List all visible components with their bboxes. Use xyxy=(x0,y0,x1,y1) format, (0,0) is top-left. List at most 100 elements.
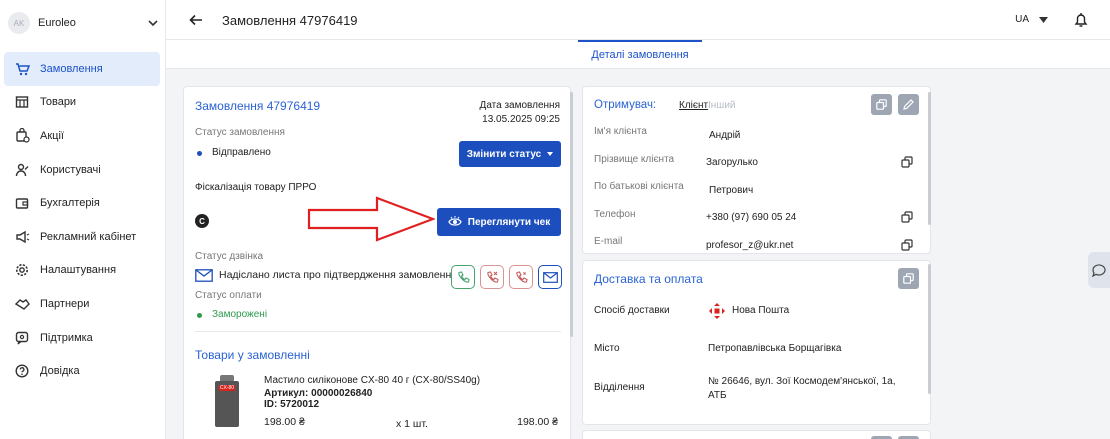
missed-call-button[interactable] xyxy=(480,265,504,289)
bell-icon[interactable] xyxy=(1074,12,1088,28)
copy-icon[interactable] xyxy=(901,156,913,168)
copy-icon xyxy=(903,273,914,284)
recipient-scrollbar[interactable] xyxy=(928,92,931,225)
sidebar-item-label: Партнери xyxy=(40,297,90,310)
promo-icon xyxy=(14,128,30,144)
phone-missed-icon xyxy=(486,270,499,283)
divider xyxy=(195,331,561,332)
recipient-email-value: profesor_z@ukr.net xyxy=(706,240,794,251)
city-label: Місто xyxy=(594,343,620,354)
sidebar-item-orders[interactable]: Замовлення xyxy=(4,52,160,86)
copy-delivery-button[interactable] xyxy=(898,268,919,289)
recipient-tab-client[interactable]: Клієнт xyxy=(679,100,708,111)
page-title: Замовлення 47976419 xyxy=(222,13,358,28)
language-selector[interactable]: UA xyxy=(1015,14,1048,25)
recipient-label: Отримувач: xyxy=(594,99,657,111)
no-answer-button[interactable] xyxy=(509,265,533,289)
envelope-icon xyxy=(542,271,558,283)
language-value: UA xyxy=(1015,14,1029,25)
store-icon xyxy=(14,94,30,110)
fiscal-badge-text: C xyxy=(199,216,205,226)
tab-order-details[interactable]: Деталі замовлення xyxy=(578,40,702,69)
recipient-card: Отримувач: Клієнт Інший Ім'я клієнта Анд… xyxy=(582,86,931,254)
order-status-label: Статус замовлення xyxy=(195,127,285,138)
wallet-icon xyxy=(14,195,30,211)
back-arrow-icon[interactable] xyxy=(188,12,204,28)
order-date-value: 13.05.2025 09:25 xyxy=(482,114,560,125)
change-status-button[interactable]: Змінити статус xyxy=(459,141,561,167)
recipient-phone-value: +380 (97) 690 05 24 xyxy=(706,212,797,223)
chat-widget-tab[interactable] xyxy=(1088,252,1110,288)
sidebar-item-advertising[interactable]: Рекламний кабінет xyxy=(4,220,160,254)
delivery-scrollbar[interactable] xyxy=(928,264,931,394)
fiscal-badge: C xyxy=(195,214,209,228)
sidebar-item-support[interactable]: Підтримка xyxy=(4,321,160,355)
order-date-label: Дата замовлення xyxy=(479,100,560,111)
sidebar-item-users[interactable]: Користувачі xyxy=(4,153,160,187)
recipient-phone-label: Телефон xyxy=(594,209,636,220)
branch-label: Відділення xyxy=(594,382,645,393)
order-card: Замовлення 47976419 Дата замовлення 13.0… xyxy=(183,86,571,439)
call-status-value: Надіслано листа про підтвердження замовл… xyxy=(219,269,457,281)
recipient-first-name-value: Андрій xyxy=(709,130,741,141)
status-dot xyxy=(197,151,202,156)
sidebar-item-products[interactable]: Товари xyxy=(4,86,160,120)
pencil-icon xyxy=(903,99,914,110)
order-scrollbar[interactable] xyxy=(570,92,573,337)
view-receipt-label: Переглянути чек xyxy=(467,216,551,228)
call-button[interactable] xyxy=(451,265,475,289)
recipient-email-label: E-mail xyxy=(594,236,623,247)
cart-icon xyxy=(14,61,30,77)
tab-bar: Деталі замовлення xyxy=(166,40,1110,69)
recipient-patronymic-value: Петрович xyxy=(709,185,754,196)
copy-recipient-button[interactable] xyxy=(871,94,892,115)
phone-icon xyxy=(457,270,470,283)
avatar: AK xyxy=(8,12,30,34)
edit-recipient-button[interactable] xyxy=(898,94,919,115)
envelope-icon xyxy=(195,269,213,282)
city-value: Петропавлівська Борщагівка xyxy=(708,343,842,354)
order-title: Замовлення 47976419 xyxy=(195,99,321,113)
email-button[interactable] xyxy=(538,265,562,289)
payment-status-dot xyxy=(197,313,202,318)
sidebar-item-label: Користувачі xyxy=(40,163,101,176)
product-image: CX-80 xyxy=(215,375,239,433)
product-image-text: CX-80 xyxy=(218,385,236,391)
eye-icon xyxy=(448,216,462,226)
store-selector[interactable]: AK Euroleo xyxy=(8,10,160,36)
gear-icon xyxy=(14,262,30,278)
product-price: 198.00 ₴ xyxy=(264,416,305,428)
product-qty: x 1 шт. xyxy=(396,418,428,430)
users-icon xyxy=(14,162,30,178)
delivery-card: Доставка та оплата Спосіб доставки Нова … xyxy=(582,260,931,425)
help-icon xyxy=(14,363,30,379)
sidebar-item-label: Рекламний кабінет xyxy=(40,230,137,243)
copy-icon[interactable] xyxy=(901,239,913,251)
change-status-label: Змінити статус xyxy=(466,148,542,160)
order-items-title: Товари у замовленні xyxy=(195,348,310,362)
call-status-label: Статус дзвінка xyxy=(195,251,264,262)
sidebar: AK Euroleo Замовлення Товари Акції Корис… xyxy=(0,0,166,439)
support-icon xyxy=(14,330,30,346)
sidebar-item-help[interactable]: Довідка xyxy=(4,354,160,388)
recipient-first-name-label: Ім'я клієнта xyxy=(594,126,647,137)
caret-down-icon xyxy=(1039,16,1048,23)
view-receipt-button[interactable]: Переглянути чек xyxy=(437,208,561,236)
sidebar-item-label: Замовлення xyxy=(40,62,103,75)
delivery-method-value: Нова Пошта xyxy=(732,305,790,316)
recipient-tab-other[interactable]: Інший xyxy=(708,100,736,111)
product-id: ID: 5720012 xyxy=(264,399,320,410)
megaphone-icon xyxy=(14,229,30,245)
recipient-last-name-label: Прізвище клієнта xyxy=(594,154,675,165)
sidebar-item-promotions[interactable]: Акції xyxy=(4,119,160,153)
delivery-method-label: Спосіб доставки xyxy=(594,305,670,316)
phone-x-icon xyxy=(515,270,528,283)
top-bar: Замовлення 47976419 UA xyxy=(166,0,1110,40)
sidebar-item-partners[interactable]: Партнери xyxy=(4,287,160,321)
sidebar-item-label: Підтримка xyxy=(40,331,93,344)
product-sku: Артикул: 00000026840 xyxy=(264,388,373,399)
copy-icon[interactable] xyxy=(901,211,913,223)
sidebar-item-label: Довідка xyxy=(40,365,80,378)
sidebar-item-settings[interactable]: Налаштування xyxy=(4,254,160,288)
sidebar-item-accounting[interactable]: Бухгалтерія xyxy=(4,186,160,220)
